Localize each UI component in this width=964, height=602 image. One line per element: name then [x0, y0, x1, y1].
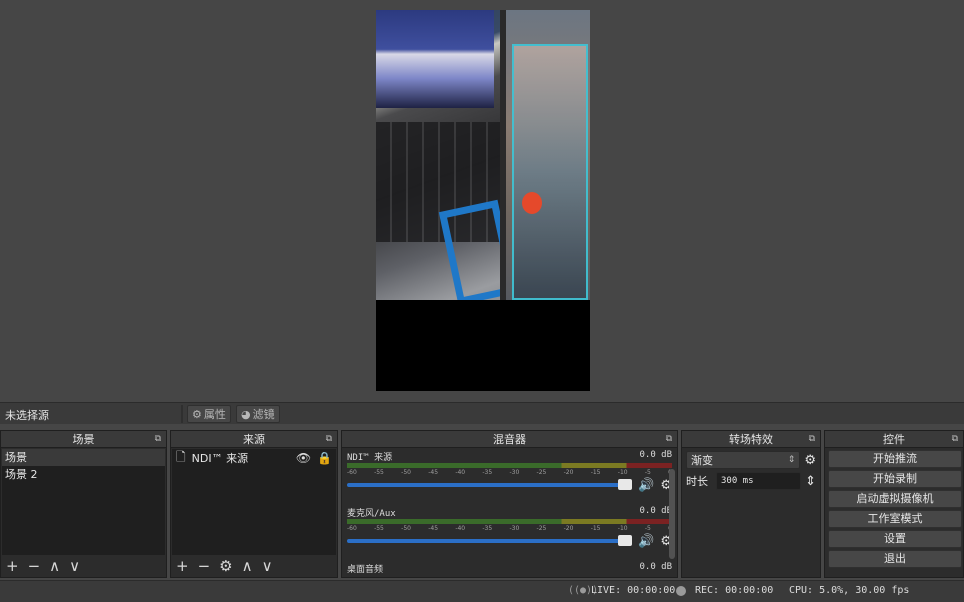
filter-icon: ◕	[241, 407, 251, 421]
gear-icon[interactable]: ⚙	[219, 558, 232, 574]
channel-name: 桌面音频	[347, 565, 384, 575]
context-separator	[181, 405, 183, 423]
context-bar: 未选择源 ⚙ 属性 ◕ 滤镜	[0, 402, 964, 424]
transition-select[interactable]: 渐变 ⇕	[686, 451, 801, 469]
duration-input[interactable]: 300 ms	[716, 472, 802, 490]
gear-icon[interactable]: ⚙	[804, 453, 816, 468]
channel-level: 0.0 dB	[639, 506, 672, 516]
float-icon[interactable]: ⧉	[666, 431, 672, 448]
controls-dock: 控件 ⧉ 开始推流 开始录制 启动虚拟摄像机 工作室模式 设置 退出	[824, 430, 964, 578]
float-icon[interactable]: ⧉	[155, 431, 161, 448]
move-up-icon[interactable]: ∧	[49, 558, 60, 574]
dock-title: 来源 ⧉	[171, 431, 337, 448]
dock-title: 场景 ⧉	[1, 431, 166, 448]
scenes-title: 场景	[72, 433, 95, 446]
move-up-icon[interactable]: ∧	[242, 558, 253, 574]
start-virtual-camera-button[interactable]: 启动虚拟摄像机	[828, 490, 962, 508]
source-list: 🗋 NDI™ 来源 👁 🔒	[172, 449, 336, 555]
move-down-icon[interactable]: ∨	[69, 558, 80, 574]
duration-value: 300 ms	[721, 476, 754, 486]
sources-dock: 来源 ⧉ 🗋 NDI™ 来源 👁 🔒 + − ⚙ ∧ ∨	[170, 430, 338, 578]
dock-title: 控件 ⧉	[825, 431, 963, 448]
filters-label: 滤镜	[252, 408, 275, 421]
channel-name: NDI™ 来源	[347, 453, 393, 463]
settings-button[interactable]: 设置	[828, 530, 962, 548]
phone-screen	[512, 44, 588, 300]
scenes-dock: 场景 ⧉ 场景 场景 2 + − ∧ ∨	[0, 430, 167, 578]
float-icon[interactable]: ⧉	[952, 431, 958, 448]
preview-canvas[interactable]	[376, 10, 590, 391]
lock-icon[interactable]: 🔒	[317, 451, 332, 465]
channel-name: 麦克风/Aux	[347, 509, 396, 519]
file-icon: 🗋	[176, 449, 186, 464]
preview-letterbox	[376, 300, 590, 391]
mixer-channel: 桌面音频 0.0 dB	[342, 560, 677, 576]
transitions-title: 转场特效	[729, 433, 773, 446]
speaker-icon[interactable]: 🔊	[638, 534, 654, 549]
properties-button[interactable]: ⚙ 属性	[187, 405, 231, 423]
start-streaming-button[interactable]: 开始推流	[828, 450, 962, 468]
record-icon	[676, 586, 686, 596]
dock-title: 转场特效 ⧉	[682, 431, 820, 448]
move-down-icon[interactable]: ∨	[262, 558, 273, 574]
transitions-dock: 转场特效 ⧉ 渐变 ⇕ ⚙ 时长 300 ms ⇕	[681, 430, 821, 578]
start-recording-button[interactable]: 开始录制	[828, 470, 962, 488]
channel-level: 0.0 dB	[639, 450, 672, 460]
scene-list: 场景 场景 2	[2, 449, 165, 555]
camera-feed	[376, 10, 590, 306]
channel-level: 0.0 dB	[639, 562, 672, 572]
slider-handle[interactable]	[618, 535, 633, 546]
meter-ticks: -60-55-50-45-40-35-30-25-20-15-10-50	[347, 469, 672, 476]
cpu-status: CPU: 5.0%, 30.00 fps	[789, 585, 910, 596]
mixer-title: 混音器	[493, 433, 526, 446]
scene-item[interactable]: 场景 2	[2, 466, 165, 483]
obs-window: 未选择源 ⚙ 属性 ◕ 滤镜 场景 ⧉ 场景 场景 2 + − ∧ ∨ 来源 ⧉…	[0, 0, 964, 602]
meter-ticks: -60-55-50-45-40-35-30-25-20-15-10-50	[347, 525, 672, 532]
controls-title: 控件	[883, 433, 905, 446]
volume-meter	[347, 463, 672, 468]
sources-title: 来源	[243, 433, 265, 446]
slider-handle[interactable]	[618, 479, 633, 490]
duration-label: 时长	[686, 475, 708, 488]
studio-mode-button[interactable]: 工作室模式	[828, 510, 962, 528]
live-status: LIVE: 00:00:00	[591, 585, 676, 596]
status-bar: ((●)) LIVE: 00:00:00 REC: 00:00:00 CPU: …	[0, 580, 964, 602]
laptop-screen	[376, 10, 494, 108]
add-icon[interactable]: +	[6, 558, 19, 574]
volume-slider[interactable]	[347, 535, 633, 546]
source-item[interactable]: 🗋 NDI™ 来源 👁 🔒	[172, 449, 336, 467]
source-name: NDI™ 来源	[191, 452, 249, 465]
add-icon[interactable]: +	[176, 558, 189, 574]
mixer-scrollbar[interactable]	[669, 469, 675, 559]
gear-icon: ⚙	[192, 407, 202, 421]
float-icon[interactable]: ⧉	[809, 431, 815, 448]
volume-slider[interactable]	[347, 479, 633, 490]
mixer-dock: 混音器 ⧉ NDI™ 来源 0.0 dB -60 -55 -50 -45 -40 -35-…	[341, 430, 678, 578]
mixer-channel: 麦克风/Aux 0.0 dB -60 -55 -50 -45 -40 -35 -30 -25-…	[342, 504, 677, 560]
chevron-updown-icon: ⇕	[787, 455, 796, 465]
transition-value: 渐变	[691, 454, 713, 467]
mixer-list: NDI™ 来源 0.0 dB -60 -55 -50 -45 -40 -35 -30 -25-…	[342, 448, 677, 576]
float-icon[interactable]: ⧉	[326, 431, 332, 448]
rec-status: REC: 00:00:00	[695, 585, 774, 596]
no-source-label: 未选择源	[5, 409, 49, 422]
stepper-icon[interactable]: ⇕	[805, 474, 816, 489]
record-dot	[522, 192, 542, 214]
exit-button[interactable]: 退出	[828, 550, 962, 568]
speaker-icon[interactable]: 🔊	[638, 478, 654, 493]
remove-icon[interactable]: −	[198, 558, 211, 574]
eye-icon[interactable]: 👁	[296, 451, 311, 465]
properties-label: 属性	[203, 408, 226, 421]
scene-item[interactable]: 场景	[2, 449, 165, 466]
sources-toolbar: + − ⚙ ∧ ∨	[171, 555, 337, 577]
dock-title: 混音器 ⧉	[342, 431, 677, 448]
volume-meter	[347, 519, 672, 524]
filters-button[interactable]: ◕ 滤镜	[236, 405, 280, 423]
remove-icon[interactable]: −	[28, 558, 41, 574]
mixer-channel: NDI™ 来源 0.0 dB -60 -55 -50 -45 -40 -35 -30 -25-…	[342, 448, 677, 504]
scenes-toolbar: + − ∧ ∨	[1, 555, 166, 577]
